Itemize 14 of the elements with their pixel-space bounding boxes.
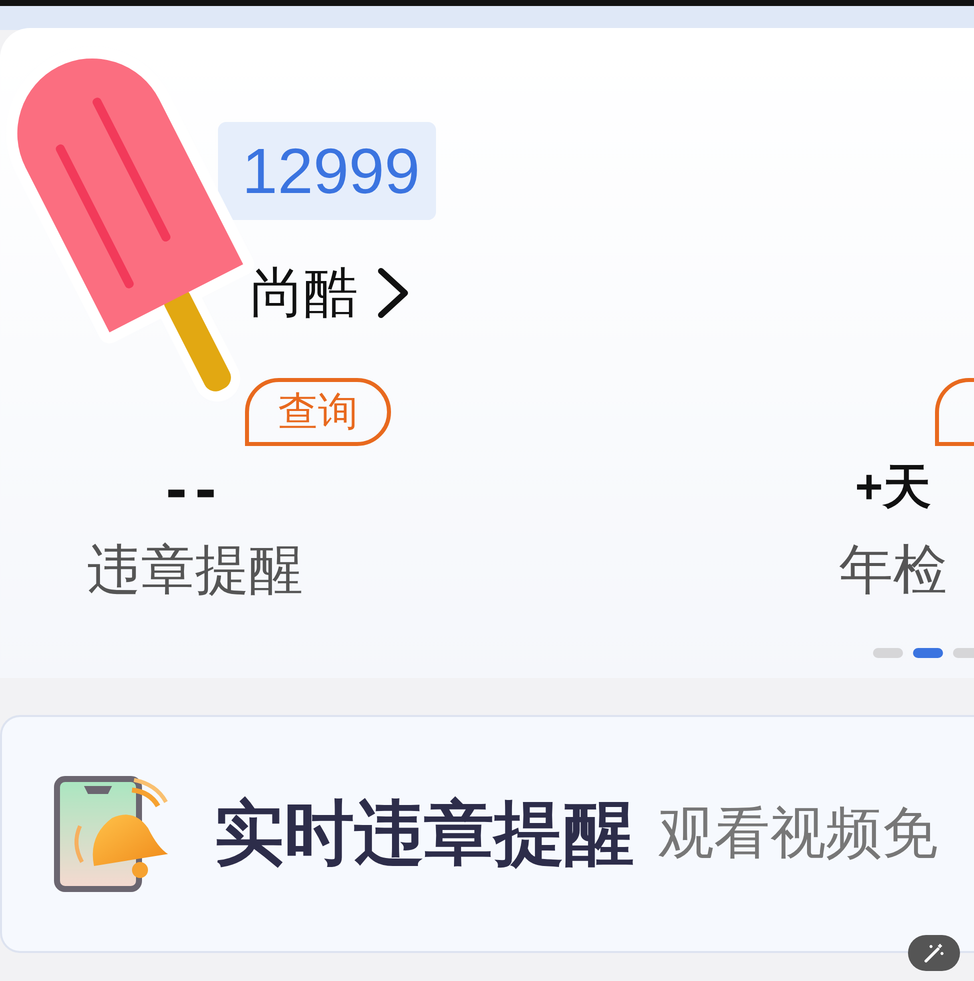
promo-subtitle: 观看视频免	[658, 800, 938, 868]
magic-wand-icon	[923, 942, 945, 964]
car-name[interactable]: 尚酷	[250, 260, 358, 326]
promo-card[interactable]: 实时违章提醒 观看视频免	[0, 715, 974, 953]
chevron-right-icon[interactable]	[376, 267, 410, 319]
plate-number: 12999	[218, 122, 436, 220]
query-badge[interactable]	[935, 378, 974, 446]
magic-wand-button[interactable]	[908, 935, 960, 971]
stat-value: --	[166, 458, 224, 518]
stat-value: +天	[854, 460, 932, 516]
stat-label: 违章提醒	[87, 538, 303, 602]
phone-bell-icon	[54, 776, 168, 892]
promo-title: 实时违章提醒	[214, 791, 634, 876]
stat-label: 年检	[839, 538, 947, 602]
